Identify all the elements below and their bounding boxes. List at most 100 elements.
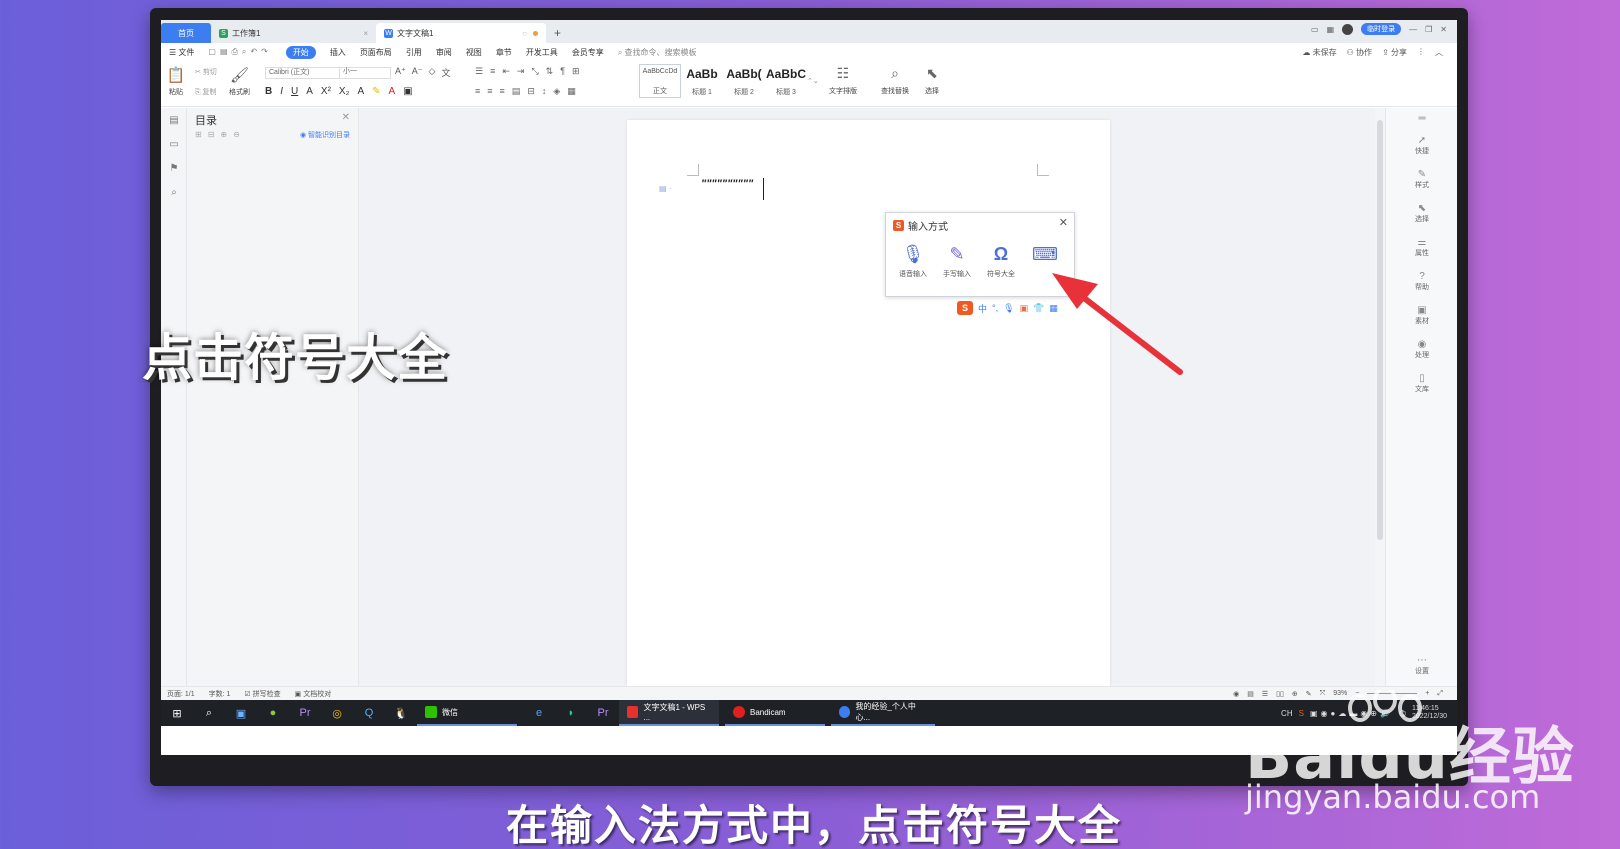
show-marks-icon[interactable]: ¶ [560,66,565,77]
style-heading-2[interactable]: AaBb( 标题 2 [723,64,765,98]
bold-icon[interactable]: B [265,86,272,97]
phonetic-icon[interactable]: 文 [441,66,450,79]
sort-icon[interactable]: ⇅ [546,66,554,77]
collapse-ribbon-icon[interactable]: ︿ [1435,47,1443,58]
font-color-icon[interactable]: A [389,86,396,97]
right-tool-shortcut[interactable]: ➚ 快捷 [1386,128,1457,162]
premiere-icon[interactable]: Pr [587,700,619,726]
char-border-icon[interactable]: ▣ [403,86,412,97]
clear-format-icon[interactable]: ◇ [429,66,436,79]
line-spacing-icon[interactable]: ↕ [542,86,547,97]
search-icon[interactable]: ⌕ [161,180,187,204]
font-size-select[interactable]: 小一 [339,67,389,79]
grow-font-icon[interactable]: A⁺ [395,66,406,79]
menu-insert[interactable]: 插入 [330,47,346,58]
app-green-icon[interactable]: ● [257,700,289,726]
web-view-icon[interactable]: ⊕ [1292,690,1298,698]
add-heading-icon[interactable]: ⊕ [220,130,227,139]
right-tool-style[interactable]: ✎ 样式 [1386,162,1457,196]
chapter-nav-icon[interactable]: ▭ [161,132,187,156]
shrink-font-icon[interactable]: A⁻ [412,66,423,79]
collapse-icon[interactable]: ⊟ [208,130,215,139]
word-count[interactable]: 字数: 1 [209,689,231,699]
skin-icon[interactable]: 👕 [1033,303,1044,314]
avatar[interactable] [1342,23,1354,35]
windows-start-icon[interactable]: ⊞ [161,700,193,726]
new-tab-button[interactable]: + [546,23,569,43]
subscript-icon[interactable]: X₂ [339,86,350,97]
restore-icon[interactable]: ❐ [1425,25,1432,34]
close-panel-icon[interactable]: ✕ [342,112,350,123]
strikethrough-icon[interactable]: A [306,86,313,97]
style-normal[interactable]: AaBbCcDd 正文 [639,64,681,98]
style-more-icon[interactable]: ⌃⌄ [807,64,819,98]
menu-page-layout[interactable]: 页面布局 [360,47,392,58]
sogou-logo-icon[interactable]: S [957,301,973,315]
menu-member[interactable]: 会员专享 [572,47,604,58]
minimize-icon[interactable]: — [1409,25,1417,34]
symbol-collection-button[interactable]: Ω 符号大全 [986,243,1016,279]
punctuation-icon[interactable]: °, [992,303,998,313]
login-button[interactable]: 临时登录 [1361,23,1402,35]
apps-grid-icon[interactable]: ▦ [1327,25,1335,34]
cut-button[interactable]: ✂ 剪切 [195,67,217,77]
select-button[interactable]: ⬉ 选择 [925,65,939,96]
superscript-icon[interactable]: X² [321,86,331,97]
align-center-icon[interactable]: ≡ [487,86,492,97]
format-painter-button[interactable]: 🖌 格式刷 [229,65,250,97]
menu-home[interactable]: 开始 [285,45,316,59]
shading-icon[interactable]: ◈ [553,86,560,97]
remove-heading-icon[interactable]: ⊖ [233,130,240,139]
document-page[interactable]: ▤ · """""""""" [627,120,1110,686]
right-tool-assets[interactable]: ▣ 素材 [1386,298,1457,332]
tab-document[interactable]: W 文字文稿1 ○ [376,23,546,43]
numbering-icon[interactable]: ≡ [490,66,495,77]
photos-icon[interactable]: ▣ [225,700,257,726]
right-tool-library[interactable]: ▯ 文库 [1386,366,1457,400]
find-replace-button[interactable]: ⌕ 查找替换 [881,65,909,96]
close-icon[interactable]: ✕ [1059,216,1068,229]
tab-home[interactable]: 首页 [161,23,211,43]
quick-access-icons[interactable]: ▢▤⎙⌕↶↷ [208,47,271,57]
page-view-icon[interactable]: ▤ [1247,690,1254,698]
share-button[interactable]: ⇪ 分享 [1382,47,1407,58]
style-heading-3[interactable]: AaBbC 标题 3 [765,64,807,98]
underline-icon[interactable]: U [291,86,298,97]
distribute-icon[interactable]: ⊟ [527,86,535,97]
eye-protect-icon[interactable]: ◉ [1233,690,1239,698]
close-window-icon[interactable]: ✕ [1440,25,1447,34]
chrome-icon[interactable]: ◎ [321,700,353,726]
browser-q-icon[interactable]: Q [353,700,385,726]
fit-icon[interactable]: ⤧ [1320,690,1326,698]
bullets-icon[interactable]: ☰ [475,66,483,77]
ime-language-toggle[interactable]: 中 [978,302,987,315]
right-tool-help[interactable]: ? 帮助 [1386,264,1457,298]
text-effect-icon[interactable]: A [357,86,364,97]
taskbar-wechat[interactable]: 微信 [417,700,517,726]
file-menu[interactable]: ☰ 文件 [169,47,194,58]
outdent-icon[interactable]: ⇤ [502,66,510,77]
write-view-icon[interactable]: ✎ [1306,690,1312,698]
taskbar-browser[interactable]: 我的经验_个人中心... [831,700,935,726]
justify-icon[interactable]: ▤ [512,86,521,97]
align-left-icon[interactable]: ≡ [475,86,480,97]
right-tool-process[interactable]: ◉ 处理 [1386,332,1457,366]
scroll-thumb[interactable] [1377,120,1383,540]
menu-view[interactable]: 视图 [466,47,482,58]
reading-view-icon[interactable]: ▯▯ [1276,690,1284,698]
chinese-layout-icon[interactable]: ⤡ [531,66,538,77]
soft-keyboard-button[interactable]: ⌨ [1030,243,1060,279]
taskbar-wps[interactable]: 文字文稿1 - WPS ... [619,700,719,726]
right-tool-settings[interactable]: ⋯ 设置 [1386,648,1457,682]
copy-button[interactable]: ⎘ 复制 [195,87,217,97]
spell-check-button[interactable]: ☑ 拼写检查 [244,689,280,699]
layout-icon[interactable]: ▭ [1311,25,1319,34]
align-right-icon[interactable]: ≡ [500,86,505,97]
table-insert-icon[interactable]: ⊞ [572,66,580,77]
search-icon[interactable]: ⌕ [193,700,225,726]
premiere-icon[interactable]: Pr [289,700,321,726]
unsaved-button[interactable]: ☁ 未保存 [1302,47,1336,58]
highlight-icon[interactable]: ✎ [372,86,380,97]
document-text[interactable]: """""""""" [701,178,753,190]
taskbar-bandicam[interactable]: Bandicam [725,700,825,726]
